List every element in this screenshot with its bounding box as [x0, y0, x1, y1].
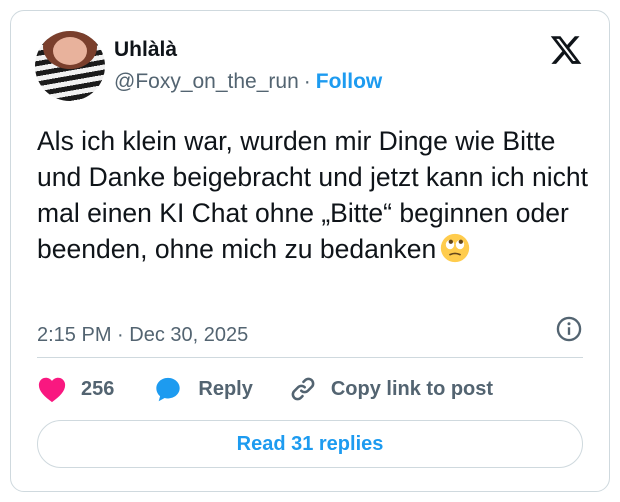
- tweet-text: Als ich klein war, wurden mir Dinge wie …: [37, 123, 597, 267]
- x-logo-icon[interactable]: [549, 33, 583, 67]
- avatar-face: [53, 37, 87, 65]
- heart-icon: [38, 377, 66, 403]
- like-button[interactable]: 256: [37, 375, 154, 403]
- author-display-name[interactable]: Uhlàlà: [114, 38, 177, 62]
- divider: [37, 357, 583, 358]
- like-count: 256: [81, 377, 115, 400]
- tweet-timestamp[interactable]: 2:15 PM · Dec 30, 2025: [37, 324, 248, 347]
- author-handle[interactable]: @Foxy_on_the_run: [114, 70, 299, 93]
- avatar[interactable]: [35, 31, 105, 101]
- author-handle-row: @Foxy_on_the_run · Follow: [114, 70, 382, 94]
- rolling-eyes-emoji-icon: [441, 233, 470, 263]
- separator-dot: ·: [303, 70, 311, 93]
- tweet-body: Als ich klein war, wurden mir Dinge wie …: [37, 126, 588, 264]
- reply-button[interactable]: Reply: [154, 375, 288, 403]
- action-bar: 256 Reply Copy link to post: [37, 369, 493, 409]
- read-replies-button[interactable]: Read 31 replies: [37, 420, 583, 468]
- reply-bubble-icon: [156, 377, 181, 402]
- info-icon[interactable]: [555, 315, 583, 343]
- link-icon: [291, 377, 315, 401]
- tweet-card: Uhlàlà @Foxy_on_the_run · Follow Als ich k…: [10, 10, 610, 492]
- reply-label: Reply: [198, 377, 253, 400]
- follow-button[interactable]: Follow: [316, 70, 383, 93]
- copy-link-label: Copy link to post: [330, 377, 494, 400]
- copy-link-button[interactable]: Copy link to post: [289, 375, 493, 403]
